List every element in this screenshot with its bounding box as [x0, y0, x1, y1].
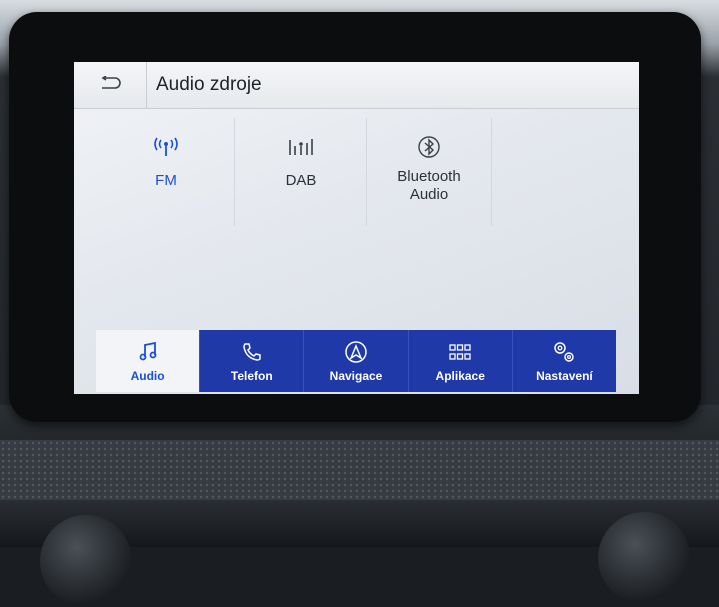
source-bluetooth-audio[interactable]: Bluetooth Audio	[366, 118, 492, 226]
phone-icon	[242, 339, 262, 365]
music-note-icon	[139, 339, 157, 365]
source-label: DAB	[285, 172, 317, 189]
dab-antenna-icon	[288, 136, 314, 158]
right-knob	[598, 512, 690, 604]
nav-aplikace[interactable]: Aplikace	[407, 330, 512, 392]
nav-nastaveni[interactable]: Nastavení	[511, 330, 616, 392]
back-button[interactable]	[74, 62, 147, 108]
source-label: Bluetooth Audio	[397, 168, 461, 203]
nav-label: Audio	[130, 369, 165, 383]
bluetooth-icon	[418, 136, 440, 158]
source-fm[interactable]: FM	[104, 118, 228, 226]
settings-gears-icon	[552, 339, 576, 365]
nav-telefon[interactable]: Telefon	[199, 330, 303, 392]
nav-audio[interactable]: Audio	[96, 330, 200, 392]
infotainment-screen: Audio zdroje FM DAB Bluetooth Audio Audi…	[74, 62, 639, 394]
nav-navigace[interactable]: Navigace	[303, 330, 407, 392]
navigation-icon	[345, 339, 367, 365]
nav-label: Navigace	[329, 369, 383, 383]
dashboard-trim	[0, 440, 719, 500]
nav-label: Telefon	[230, 369, 273, 383]
source-dab[interactable]: DAB	[234, 118, 367, 226]
bottom-navigation: Audio Telefon Navigace Aplikace Nastaven…	[96, 330, 616, 392]
apps-grid-icon	[449, 339, 471, 365]
source-label: FM	[155, 172, 177, 189]
left-knob	[40, 515, 132, 607]
page-title: Audio zdroje	[156, 74, 262, 95]
nav-label: Aplikace	[435, 369, 485, 383]
back-arrow-icon	[99, 74, 121, 95]
header-bar: Audio zdroje	[74, 62, 639, 109]
radio-antenna-icon	[153, 136, 179, 158]
nav-label: Nastavení	[536, 369, 593, 383]
